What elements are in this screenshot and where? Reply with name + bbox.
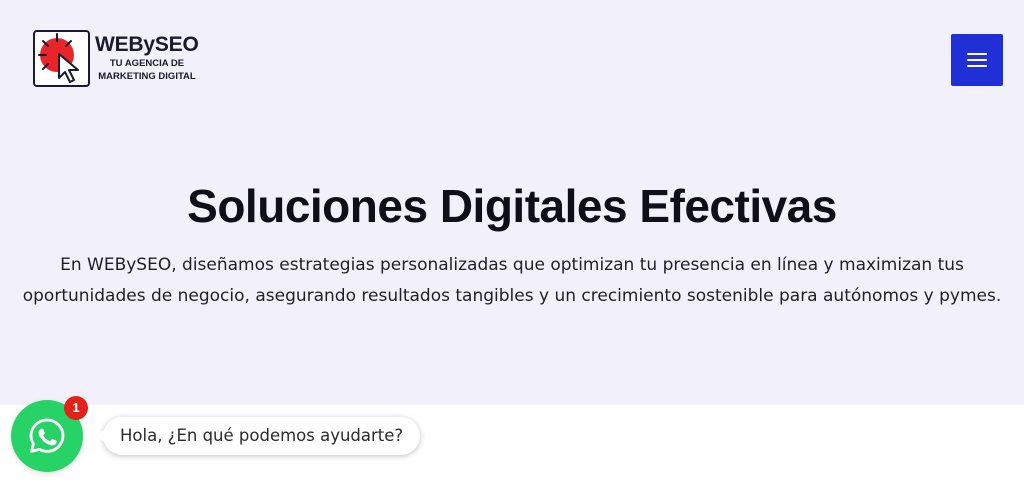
logo-tagline-line2: MARKETING DIGITAL	[98, 71, 196, 82]
hero-description: En WEBySEO, diseñamos estrategias person…	[22, 255, 1002, 306]
site-logo[interactable]: WEBySEO TU AGENCIA DE MARKETING DIGITAL	[33, 30, 213, 92]
hero-title: Soluciones Digitales Efectivas	[187, 180, 837, 232]
whatsapp-icon	[29, 418, 65, 453]
page: WEBySEO TU AGENCIA DE MARKETING DIGITAL …	[0, 0, 1024, 488]
chat-greeting-bubble[interactable]: Hola, ¿En qué podemos ayudarte?	[95, 417, 421, 455]
notification-badge: 1	[64, 396, 88, 420]
logo-name: WEBySEO	[95, 33, 199, 56]
logo-tagline-line1: TU AGENCIA DE	[109, 58, 185, 69]
cursor-click-icon	[33, 30, 90, 87]
menu-toggle-button[interactable]	[951, 34, 1003, 86]
hero-section: WEBySEO TU AGENCIA DE MARKETING DIGITAL …	[0, 0, 1024, 405]
